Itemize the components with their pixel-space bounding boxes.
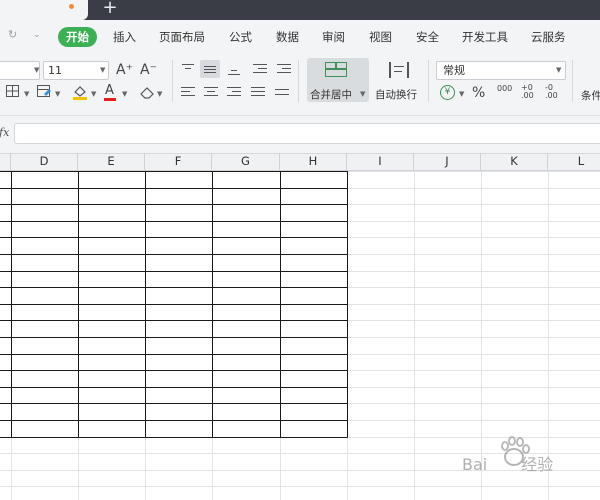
number-format-dropdown-icon[interactable]: ▼ (556, 66, 561, 74)
increase-indent-button[interactable] (274, 60, 294, 78)
fx-label[interactable]: fx (0, 126, 9, 139)
menu-tab-page-layout[interactable]: 页面布局 (159, 27, 205, 47)
plus-icon[interactable]: + (100, 0, 120, 18)
percent-style-icon[interactable]: % (472, 86, 485, 100)
redo-icon[interactable]: ↻ (8, 28, 17, 41)
cell-style-dropdown-icon[interactable]: ▼ (55, 90, 60, 98)
merge-dropdown-icon[interactable]: ▼ (360, 90, 365, 98)
column-header-k[interactable]: K (481, 153, 548, 171)
column-header-g[interactable]: G (212, 153, 280, 171)
align-right-button[interactable] (224, 84, 244, 102)
font-size-dropdown-icon[interactable]: ▼ (100, 66, 105, 74)
shrink-font-icon[interactable]: A⁻ (140, 63, 157, 77)
formula-input[interactable] (14, 123, 600, 144)
menu-tab-developer[interactable]: 开发工具 (462, 27, 508, 47)
column-header-c[interactable] (0, 153, 11, 171)
currency-dropdown-icon[interactable]: ▼ (459, 90, 464, 98)
decrease-decimal-icon[interactable]: -0 .00 (545, 84, 559, 100)
wrap-text-icon[interactable] (389, 62, 409, 78)
toolbar-separator (172, 60, 173, 102)
toolbar-separator (298, 60, 299, 102)
decrease-indent-button[interactable] (250, 60, 270, 78)
bordered-table (0, 171, 348, 438)
thousands-separator-icon[interactable]: 000 (497, 84, 512, 93)
font-name-dropdown-icon[interactable]: ▼ (34, 66, 39, 74)
unsaved-indicator-icon (69, 4, 74, 9)
cell-style-icon[interactable] (37, 85, 52, 98)
fill-color-dropdown-icon[interactable]: ▼ (91, 90, 96, 98)
menu-tab-home[interactable]: 开始 (58, 27, 97, 47)
merge-cells-icon (325, 62, 347, 77)
toolbar-separator (428, 60, 429, 102)
justify-button[interactable] (248, 84, 268, 102)
column-header-f[interactable]: F (145, 153, 212, 171)
column-header-j[interactable]: J (414, 153, 481, 171)
align-bottom-button[interactable] (224, 60, 244, 78)
watermark-brand: Bai (462, 455, 488, 474)
align-top-button[interactable] (178, 60, 198, 78)
toolbar-separator (572, 60, 573, 102)
fill-color-icon[interactable] (72, 84, 88, 100)
document-tab[interactable] (0, 0, 88, 20)
merge-center-label: 合并居中 (310, 89, 352, 101)
menu-tab-review[interactable]: 审阅 (322, 27, 345, 47)
wrap-text-button[interactable]: 自动换行 (375, 87, 417, 102)
number-format-select[interactable]: 常规 (436, 61, 566, 80)
column-header-d[interactable]: D (11, 153, 78, 171)
align-middle-button[interactable] (200, 60, 220, 78)
column-header-e[interactable]: E (78, 153, 145, 171)
menu-tab-formulas[interactable]: 公式 (229, 27, 252, 47)
grow-font-icon[interactable]: A⁺ (116, 63, 133, 77)
menu-tab-security[interactable]: 安全 (416, 27, 439, 47)
customize-quick-access-icon[interactable]: ⌄ (33, 30, 41, 40)
borders-icon[interactable] (6, 85, 20, 98)
watermark-text: Bai 经验 (462, 451, 553, 475)
font-color-swatch (104, 98, 116, 101)
menu-tab-view[interactable]: 视图 (369, 27, 392, 47)
font-color-dropdown-icon[interactable]: ▼ (122, 90, 127, 98)
clear-format-icon[interactable] (139, 85, 155, 99)
currency-format-icon[interactable]: ¥ (440, 85, 455, 100)
column-header-i[interactable]: I (347, 153, 414, 171)
menu-tab-insert[interactable]: 插入 (113, 27, 136, 47)
watermark-suffix: 经验 (521, 455, 554, 474)
conditional-format-button[interactable]: 条件 (581, 88, 600, 103)
title-bar (0, 0, 600, 20)
align-center-button[interactable] (201, 84, 221, 102)
distributed-align-button[interactable] (272, 84, 292, 102)
font-color-icon[interactable]: A (105, 84, 114, 98)
increase-decimal-icon[interactable]: +0 .00 (521, 84, 535, 100)
clear-dropdown-icon[interactable]: ▼ (157, 90, 162, 98)
align-left-button[interactable] (178, 84, 198, 102)
column-header-l[interactable]: L (548, 153, 600, 171)
borders-dropdown-icon[interactable]: ▼ (24, 90, 29, 98)
column-header-h[interactable]: H (280, 153, 347, 171)
menu-tab-data[interactable]: 数据 (276, 27, 299, 47)
menu-tab-cloud[interactable]: 云服务 (531, 27, 566, 47)
